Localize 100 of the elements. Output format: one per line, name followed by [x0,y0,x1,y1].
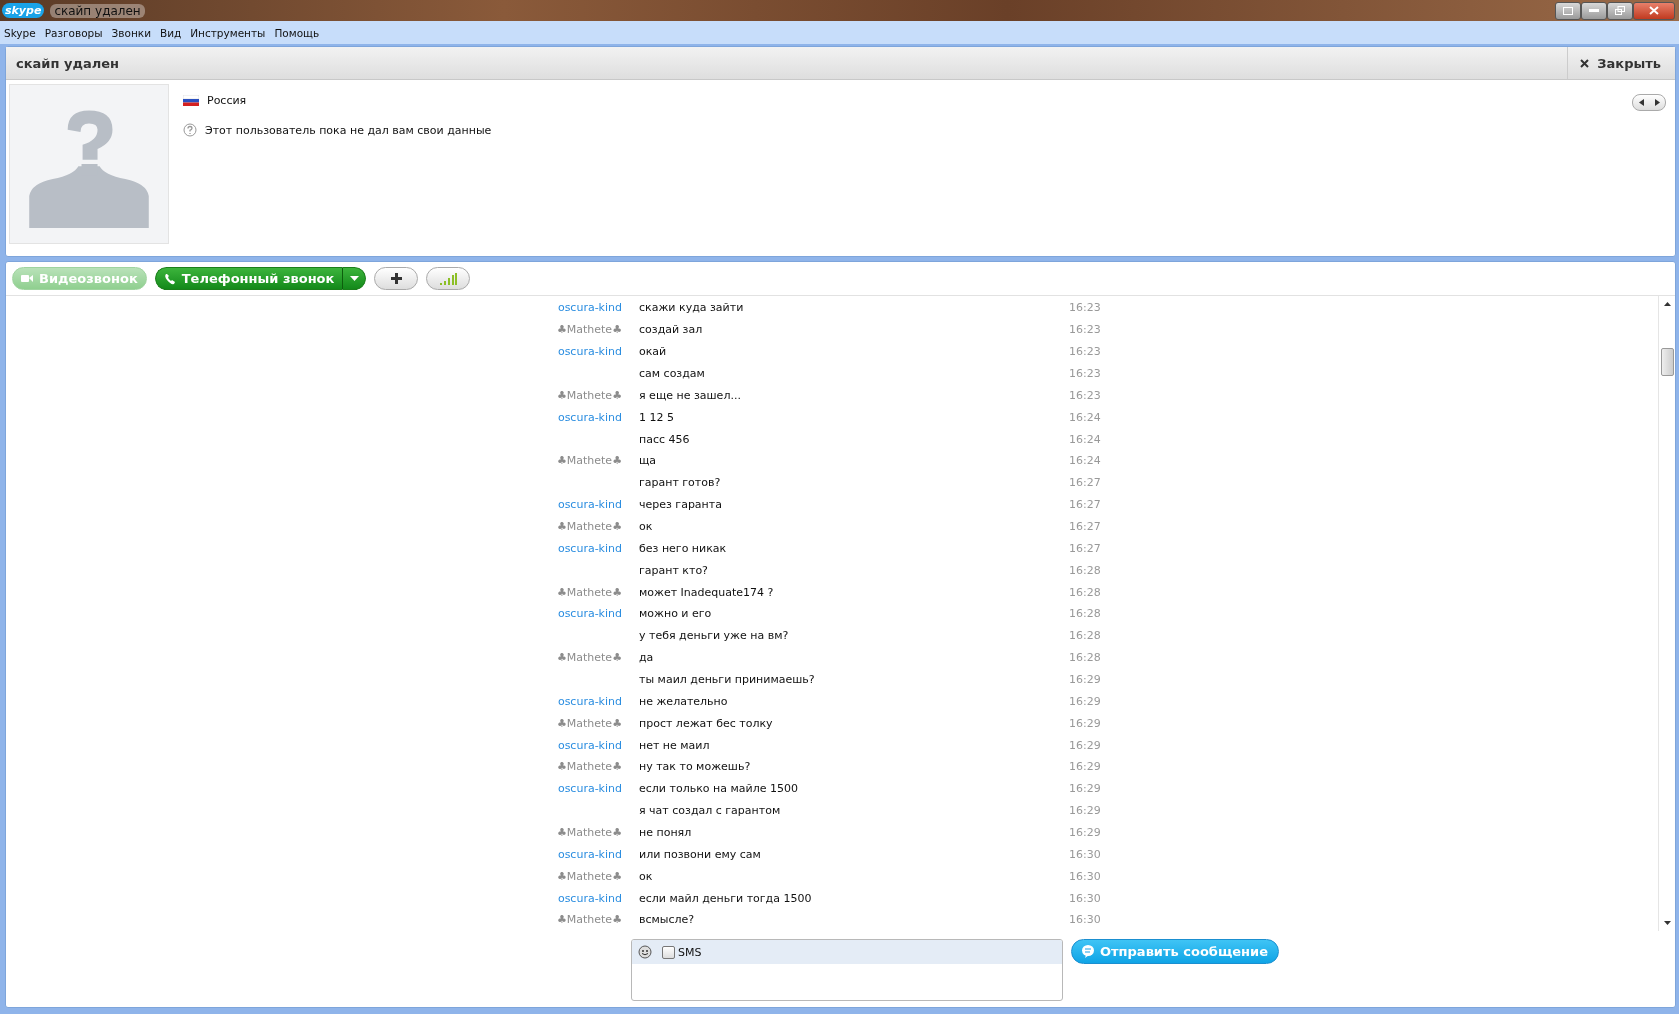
message-time: 16:28 [1069,629,1102,643]
sender-name: ♣Mathete♣ [556,760,622,774]
message-text: у тебя деньги уже на вм? [639,629,789,643]
close-button[interactable]: Закрыть [1567,47,1675,79]
message-text: не желательно [639,694,728,708]
message-time: 16:27 [1069,541,1102,555]
profile-note: Этот пользователь пока не дал вам свои данные [205,123,492,137]
sender-name: ♣Mathete♣ [556,323,622,337]
menu-item[interactable]: Инструменты [190,26,266,39]
sender-name: oscura-kind [557,410,622,424]
message-text: гарант готов? [639,476,721,490]
message-text: ок [639,869,653,883]
message-text: пасс 456 [639,432,690,446]
phone-call-button[interactable]: Телефонный звонок [154,267,344,290]
right-arrow-icon [1654,99,1660,106]
message-time: 16:28 [1069,651,1102,665]
app-logo: skype [2,3,45,18]
message-text: сам создам [639,367,705,380]
sender-name: ♣Mathete♣ [556,716,622,730]
minimize-icon [1589,9,1599,12]
sender-name: ♣Mathete♣ [556,913,622,927]
message-time: 16:29 [1069,738,1102,752]
restore-icon [1615,6,1625,15]
message-text: я еще не зашел... [639,388,741,402]
sender-name: oscura-kind [557,694,622,708]
message-time: 16:23 [1069,301,1102,315]
message-text: ты маил деньги принимаешь? [639,673,815,687]
menu-item[interactable]: Помощь [274,26,320,39]
message-time: 16:28 [1069,607,1102,621]
sender-name: ♣Mathete♣ [556,388,622,402]
sender-name: oscura-kind [557,498,622,512]
message-text: ну так то можешь? [639,760,751,774]
question-icon [183,123,197,137]
message-text: гарант кто? [639,563,708,577]
close-window-button[interactable] [1633,1,1675,20]
down-arrow-icon [1663,921,1671,925]
menu-item[interactable]: Разговоры [44,26,103,39]
add-button[interactable] [374,267,419,290]
sms-checkbox[interactable]: SMS [662,945,702,959]
sender-name: ♣Mathete♣ [556,520,622,533]
message-time: 16:23 [1069,345,1102,359]
message-time: 16:29 [1069,782,1102,796]
phone-icon [163,272,176,285]
call-dropdown-button[interactable] [343,267,367,290]
sender-name: ♣Mathete♣ [556,826,622,840]
compact-view-button[interactable] [1555,1,1581,20]
sender-name: oscura-kind [557,891,622,905]
message-time: 16:29 [1069,804,1102,818]
minimize-button[interactable] [1581,1,1607,20]
message-time: 16:29 [1069,694,1102,708]
caret-icon [349,276,359,281]
message-text: окай [639,345,667,359]
sender-name: ♣Mathete♣ [556,869,622,883]
message-text: можно и его [639,607,712,621]
message-time: 16:29 [1069,673,1102,687]
message-text: если только на майле 1500 [639,782,798,796]
message-text: через гаранта [639,498,722,512]
message-time: 16:28 [1069,585,1102,599]
sender-name: oscura-kind [557,345,622,359]
left-arrow-icon [1638,99,1644,106]
message-text: создай зал [639,323,703,337]
message-text: скажи куда зайти [639,301,744,315]
message-time: 16:29 [1069,826,1102,840]
video-camera-icon [21,274,33,283]
message-time: 16:30 [1069,847,1102,861]
sender-name: oscura-kind [557,541,622,555]
restore-button[interactable] [1607,1,1633,20]
signal-bars-icon [439,272,457,285]
message-time: 16:24 [1069,454,1102,468]
message-text: 1 12 5 [639,410,674,424]
close-icon [1580,58,1590,68]
menu-item[interactable]: Звонки [111,26,151,39]
avatar-silhouette-icon [9,84,169,244]
message-time: 16:30 [1069,869,1102,883]
message-time: 16:29 [1069,760,1102,774]
message-time: 16:27 [1069,520,1102,533]
scroll-thumb[interactable] [1660,348,1674,376]
message-text: если майл деньги тогда 1500 [639,891,812,905]
country-text: Россия [207,94,247,107]
message-text: нет не маил [639,738,710,752]
message-text: может Inadequate174 ? [639,585,774,599]
pager-control[interactable] [1632,94,1666,111]
sender-name: oscura-kind [557,738,622,752]
message-time: 16:30 [1069,913,1102,927]
flag-icon [183,95,199,106]
message-text: всмысле? [639,913,695,927]
message-time: 16:29 [1069,716,1102,730]
message-time: 16:27 [1069,498,1102,512]
scrollbar[interactable] [1658,296,1675,931]
message-text: я чат создал с гарантом [639,804,781,818]
message-time: 16:24 [1069,432,1102,446]
menu-item[interactable]: Вид [159,26,182,39]
message-input[interactable]: SMS [631,939,1063,1001]
window-icon [1563,6,1573,15]
menu-item[interactable]: Skype [4,26,36,39]
message-time: 16:28 [1069,563,1102,577]
message-time: 16:23 [1069,323,1102,337]
message-text: или позвони ему сам [639,847,761,861]
message-time: 16:23 [1069,367,1102,380]
message-time: 16:23 [1069,388,1102,402]
